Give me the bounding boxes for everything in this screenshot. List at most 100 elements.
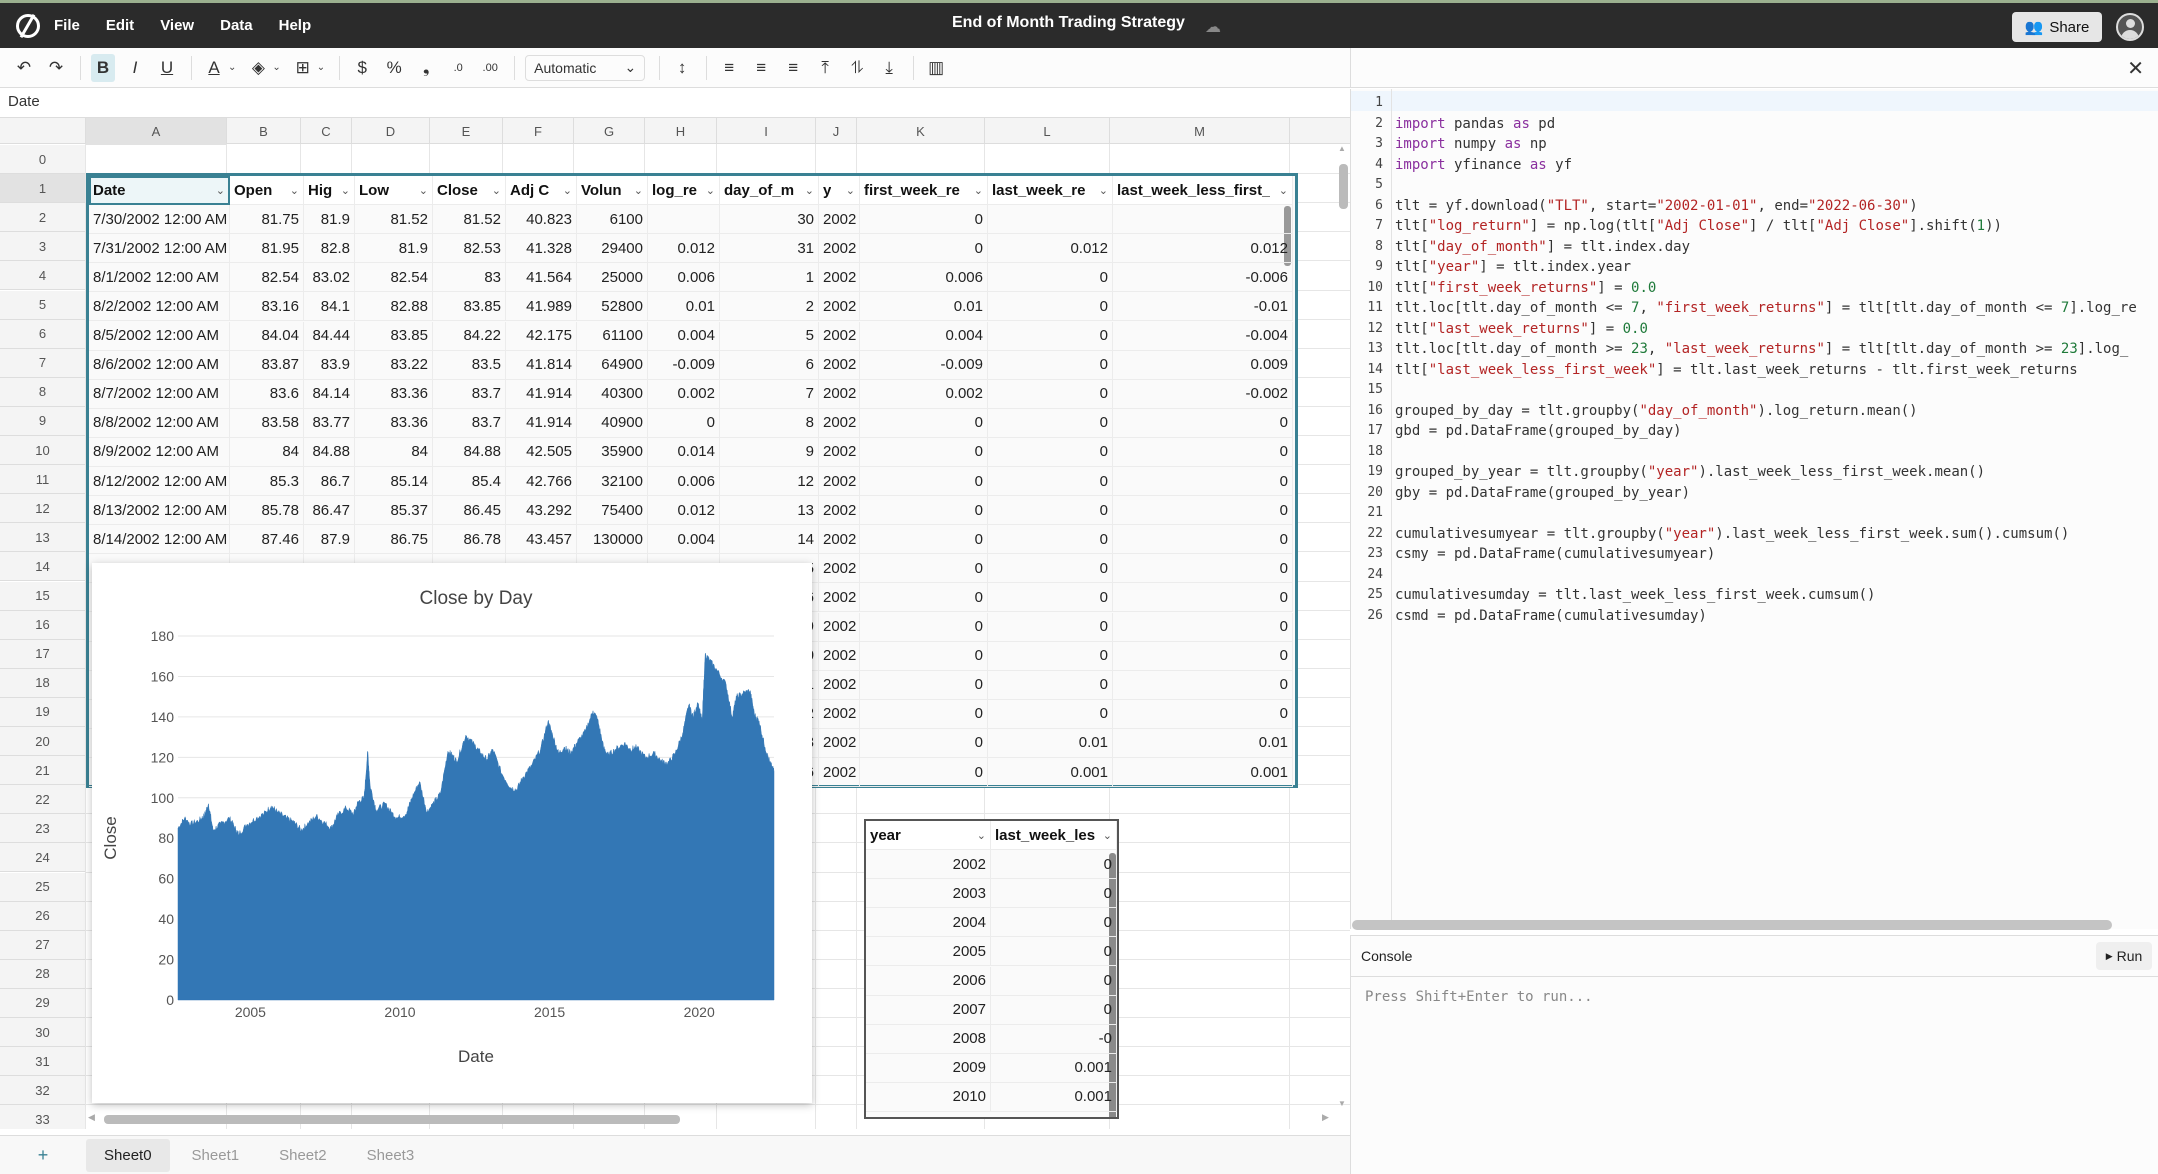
code-line[interactable]: cumulativesumyear = tlt.groupby("year").… <box>1395 524 2155 545</box>
code-line[interactable]: import pandas as pd <box>1395 114 2155 135</box>
table-cell[interactable]: 83.16 <box>230 292 304 322</box>
table-cell[interactable]: 82.88 <box>355 292 433 322</box>
row-header-16[interactable]: 16 <box>0 610 86 640</box>
code-line[interactable]: csmy = pd.DataFrame(cumulativesumyear) <box>1395 544 2155 565</box>
table-cell[interactable]: 2002 <box>819 670 860 700</box>
table-cell[interactable]: 8/2/2002 12:00 AM <box>89 292 230 322</box>
table-cell[interactable]: 8/8/2002 12:00 AM <box>89 408 230 438</box>
table-cell[interactable]: 61100 <box>577 321 648 351</box>
chevron-down-icon[interactable]: ⌄ <box>977 829 986 842</box>
row-header-21[interactable]: 21 <box>0 756 86 786</box>
table-cell[interactable]: 81.9 <box>355 234 433 264</box>
table-cell[interactable]: 40.823 <box>506 205 577 235</box>
code-line[interactable]: csmd = pd.DataFrame(cumulativesumday) <box>1395 606 2155 627</box>
code-line[interactable]: tlt.loc[tlt.day_of_month >= 23, "last_we… <box>1395 339 2155 360</box>
table-cell[interactable]: 2002 <box>819 350 860 380</box>
bold-button[interactable]: B <box>91 53 115 82</box>
share-button[interactable]: 👥 Share <box>2012 12 2102 42</box>
decrease-decimal-button[interactable]: .0 <box>446 54 470 82</box>
table-cell[interactable]: 0.004 <box>860 321 988 351</box>
table-cell[interactable]: 0.006 <box>860 263 988 293</box>
horizontal-scroll-thumb[interactable] <box>104 1115 680 1124</box>
table-cell[interactable] <box>988 205 1113 235</box>
table-cell[interactable]: 8 <box>720 408 819 438</box>
column-header-e[interactable]: E <box>430 118 503 145</box>
row-header-20[interactable]: 20 <box>0 727 86 756</box>
table-cell[interactable]: 0 <box>988 321 1113 351</box>
table-cell[interactable]: 0 <box>1113 408 1293 438</box>
table-cell[interactable]: 2002 <box>819 321 860 351</box>
table-cell[interactable]: -0.009 <box>648 350 720 380</box>
column-filter-header[interactable]: day_of_m ⌄ <box>720 176 819 205</box>
chevron-down-icon[interactable]: ⌄ <box>1099 184 1108 197</box>
valign-top-button[interactable]: ⤒ <box>813 54 837 82</box>
table-cell[interactable]: 83.85 <box>355 321 433 351</box>
table-cell[interactable]: 83.7 <box>433 379 506 409</box>
table-cell[interactable]: 0.01 <box>860 292 988 322</box>
column-filter-header[interactable]: Low ⌄ <box>355 176 433 205</box>
row-header-33[interactable]: 33 <box>0 1105 86 1129</box>
column-filter-header[interactable]: Hig ⌄ <box>304 176 355 205</box>
table-cell[interactable]: 81.75 <box>230 205 304 235</box>
table-cell[interactable]: 0 <box>1113 612 1293 642</box>
table-cell[interactable]: 87.9 <box>304 525 355 555</box>
table-cell[interactable]: 0 <box>988 641 1113 671</box>
column-header-m[interactable]: M <box>1110 118 1290 145</box>
percent-button[interactable]: % <box>382 54 406 82</box>
table-cell[interactable]: -0.01 <box>1113 292 1293 322</box>
table-cell[interactable]: 84.88 <box>433 437 506 467</box>
increase-decimal-button[interactable]: .00 <box>478 54 502 82</box>
row-header-12[interactable]: 12 <box>0 494 86 524</box>
column-header-f[interactable]: F <box>503 118 574 145</box>
table-cell[interactable]: 0 <box>991 850 1117 880</box>
table-cell[interactable]: 2 <box>720 292 819 322</box>
chevron-down-icon[interactable]: ⌄ <box>846 184 855 197</box>
table-cell[interactable]: 84.88 <box>304 437 355 467</box>
table-cell[interactable]: 0 <box>988 263 1113 293</box>
column-filter-header[interactable]: year ⌄ <box>866 821 991 850</box>
table-cell[interactable]: 32100 <box>577 467 648 496</box>
table-cell[interactable]: 0 <box>1113 496 1293 526</box>
column-filter-header[interactable]: Close ⌄ <box>433 176 506 205</box>
table-cell[interactable]: 8/5/2002 12:00 AM <box>89 321 230 351</box>
table-cell[interactable]: 12 <box>720 467 819 496</box>
table-cell[interactable]: 8/12/2002 12:00 AM <box>89 467 230 496</box>
table-cell[interactable]: 0 <box>988 408 1113 438</box>
table-cell[interactable]: 2002 <box>819 437 860 467</box>
fill-color-button[interactable]: ◈ <box>246 54 270 82</box>
table-cell[interactable]: 31 <box>720 234 819 264</box>
table-cell[interactable]: 0 <box>988 350 1113 380</box>
column-filter-header[interactable]: last_week_les ⌄ <box>991 821 1117 850</box>
table-cell[interactable]: 2002 <box>819 408 860 438</box>
row-header-5[interactable]: 5 <box>0 290 86 320</box>
table-cell[interactable]: 0.006 <box>648 263 720 293</box>
table-cell[interactable]: 0 <box>1113 525 1293 555</box>
row-header-18[interactable]: 18 <box>0 668 86 698</box>
table-cell[interactable]: 0 <box>860 554 988 584</box>
table-cell[interactable]: 2002 <box>819 263 860 293</box>
code-line[interactable]: cumulativesumday = tlt.last_week_less_fi… <box>1395 585 2155 606</box>
document-title[interactable]: End of Month Trading Strategy <box>952 14 1185 32</box>
code-line[interactable]: tlt.loc[tlt.day_of_month <= 7, "first_we… <box>1395 298 2155 319</box>
chart-close-by-day[interactable]: Close by Day 0 20 40 60 80 100 120 140 160 180 2005… <box>92 563 812 1103</box>
table-cell[interactable]: 2007 <box>866 995 991 1025</box>
table-cell[interactable]: 0 <box>991 937 1117 967</box>
table-cell[interactable]: 8/13/2002 12:00 AM <box>89 496 230 526</box>
row-header-31[interactable]: 31 <box>0 1047 86 1077</box>
table-cell[interactable]: 0 <box>988 379 1113 409</box>
table-cell[interactable]: 83 <box>433 263 506 293</box>
table-cell[interactable]: 0 <box>860 525 988 555</box>
code-editor[interactable]: 1 2 3 4 5 6 7 8 9 10 11 12 13 14 15 16 17 18 19 20 21 22 23 24 2… <box>1350 89 2158 929</box>
table-cell[interactable]: 2003 <box>866 879 991 909</box>
table-cell[interactable]: 0 <box>988 670 1113 700</box>
table-cell[interactable]: 1 <box>720 263 819 293</box>
column-header-a[interactable]: A <box>86 118 227 145</box>
table-cell[interactable]: 83.36 <box>355 408 433 438</box>
column-header-j[interactable]: J <box>816 118 857 145</box>
chevron-down-icon[interactable]: ⌄ <box>805 184 814 197</box>
table-cell[interactable]: 43.457 <box>506 525 577 555</box>
table-cell[interactable]: 40900 <box>577 408 648 438</box>
table-cell[interactable]: 0.01 <box>988 728 1113 758</box>
table-cell[interactable]: 0 <box>1113 467 1293 496</box>
code-line[interactable]: tlt["year"] = tlt.index.year <box>1395 257 2155 278</box>
